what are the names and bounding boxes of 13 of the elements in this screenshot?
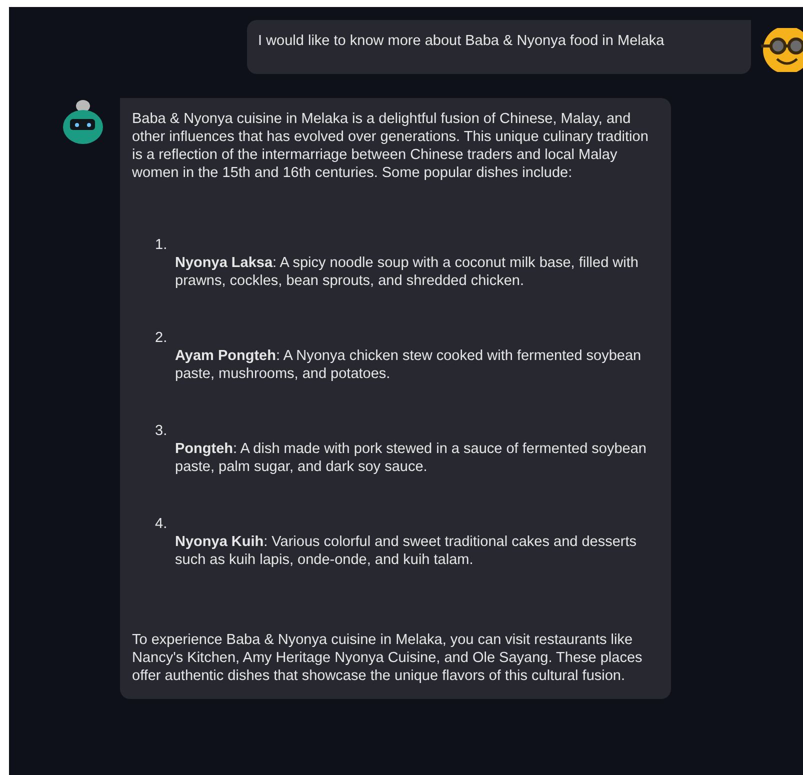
list-number: 4. (155, 515, 168, 533)
user-message-bubble: I would like to know more about Baba & Nyonya food in Melaka (247, 20, 751, 74)
list-number: 2. (155, 329, 168, 347)
intro-paragraph: Baba & Nyonya cuisine in Melaka is a delightful fusion of Chinese, Malay, and other influences that has evolved over generations. This unique culinary tradition is a reflection of the intermarriage between Chinese traders and local Malay women in the 15th and 16th centuries. Some popular dishes include: (132, 110, 650, 182)
robot-avatar (62, 98, 104, 145)
dish-description: Ayam Pongteh: A Nyonya chicken stew cooked with fermented soybean paste, mushrooms, and potatoes. (174, 347, 642, 383)
list-number: 3. (155, 422, 168, 440)
nerd-face-avatar (761, 28, 803, 72)
dish-description: Pongteh: A dish made with pork stewed in a sauce of fermented soybean paste, palm sugar, and dark soy sauce. (174, 440, 648, 476)
list-number: 1. (155, 236, 168, 254)
outro-paragraph: To experience Baba & Nyonya cuisine in Melaka, you can visit restaurants like Nancy's Kitchen, Amy Heritage Nyonya Cuisine, and Ole Sayang. These places offer authentic dishes that showcase the unique flavors of this cultural fusion. (132, 631, 644, 685)
dish-description: Nyonya Kuih: Various colorful and sweet traditional cakes and desserts such as kuih lapis, onde-onde, and kuih talam. (174, 533, 638, 569)
dish-description: Nyonya Laksa: A spicy noodle soup with a coconut milk base, filled with prawns, cockles, bean sprouts, and shredded chicken. (174, 254, 640, 290)
